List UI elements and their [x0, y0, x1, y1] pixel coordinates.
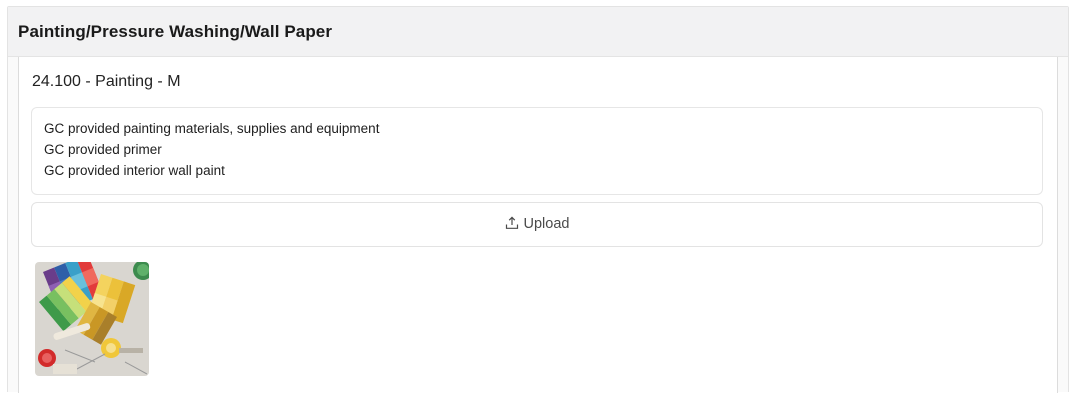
- upload-button-content: Upload: [32, 216, 1042, 232]
- section-title: Painting/Pressure Washing/Wall Paper: [18, 22, 333, 41]
- line-item-card: 24.100 - Painting - M GC provided painti…: [18, 57, 1058, 393]
- upload-icon: [505, 216, 518, 229]
- note-line: GC provided primer: [44, 142, 162, 157]
- line-item-title: 24.100 - Painting - M: [32, 73, 181, 90]
- notes-box: GC provided painting materials, supplies…: [31, 107, 1043, 195]
- paint-swatches-photo: [35, 262, 149, 376]
- note-line: GC provided interior wall paint: [44, 163, 225, 178]
- section-header[interactable]: Painting/Pressure Washing/Wall Paper: [8, 7, 1068, 57]
- upload-label: Upload: [523, 216, 570, 232]
- section-panel: Painting/Pressure Washing/Wall Paper 24.…: [7, 6, 1069, 393]
- paint-swatches-thumbnail[interactable]: [35, 262, 149, 376]
- upload-button[interactable]: Upload: [31, 202, 1043, 247]
- note-line: GC provided painting materials, supplies…: [44, 121, 380, 136]
